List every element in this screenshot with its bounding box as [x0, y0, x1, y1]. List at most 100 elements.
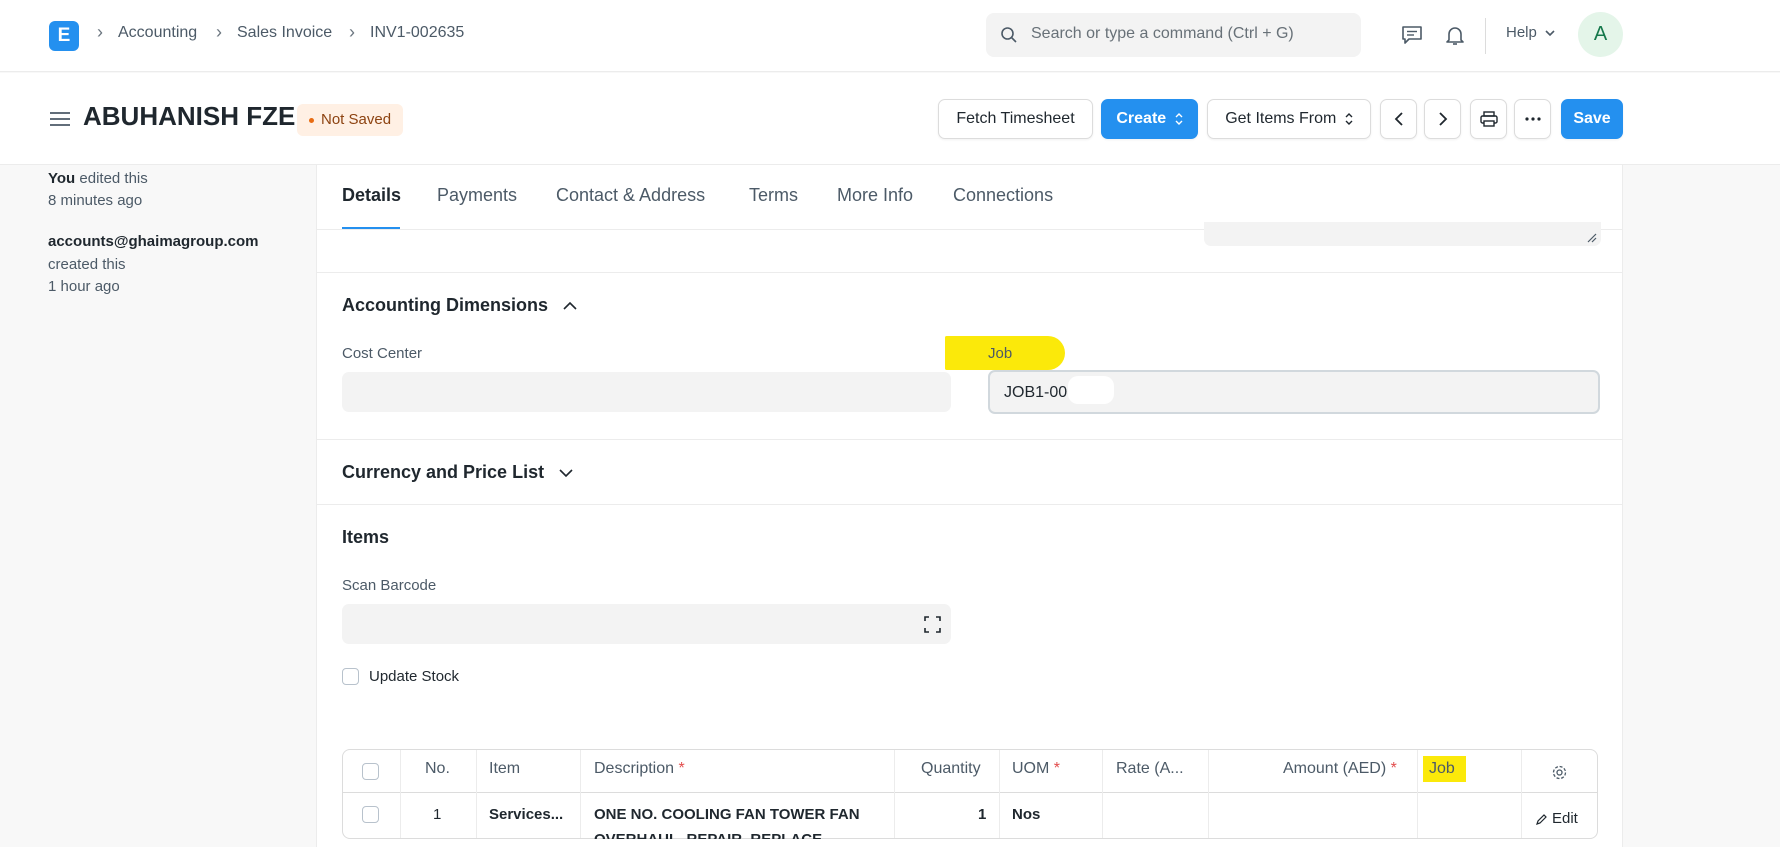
- column-header-job: Job: [1429, 760, 1455, 777]
- column-header-amount: Amount (AED) *: [1283, 760, 1397, 777]
- column-header-quantity: Quantity: [921, 760, 981, 777]
- status-badge: Not Saved: [297, 104, 404, 136]
- breadcrumb-sales-invoice[interactable]: Sales Invoice: [237, 24, 332, 42]
- chevron-right-icon: [1438, 112, 1447, 126]
- bell-icon[interactable]: [1443, 23, 1467, 47]
- update-stock-checkbox[interactable]: [342, 668, 359, 685]
- search-icon: [1001, 27, 1017, 43]
- print-button[interactable]: [1470, 99, 1507, 139]
- activity-time: 8 minutes ago: [48, 192, 143, 209]
- column-header-uom: UOM *: [1012, 760, 1061, 777]
- tab-contact-address[interactable]: Contact & Address: [556, 185, 705, 206]
- items-heading: Items: [342, 527, 390, 547]
- chat-icon[interactable]: [1400, 23, 1424, 47]
- help-dropdown[interactable]: Help: [1506, 24, 1556, 41]
- breadcrumb-separator: ›: [349, 22, 355, 42]
- create-label: Create: [1116, 110, 1167, 127]
- activity-action: created this: [48, 256, 126, 273]
- more-icon: [1524, 117, 1541, 121]
- table-header-divider: [343, 792, 1597, 793]
- get-items-from-button[interactable]: Get Items From: [1207, 99, 1371, 139]
- scan-icon[interactable]: [924, 616, 941, 633]
- column-header-rate: Rate (A...: [1116, 760, 1184, 777]
- chevron-down-icon: [1545, 30, 1555, 37]
- row-no: 1: [433, 806, 442, 823]
- column-divider: [999, 750, 1000, 838]
- next-doc-button[interactable]: [1424, 99, 1461, 139]
- activity-user[interactable]: accounts@ghaimagroup.com: [48, 233, 259, 250]
- column-divider: [476, 750, 477, 838]
- page-title: ABUHANISH FZE: [83, 101, 296, 131]
- resize-handle-icon[interactable]: [1587, 233, 1597, 243]
- fetch-timesheet-button[interactable]: Fetch Timesheet: [938, 99, 1093, 139]
- row-description-line2: OVERHAUL, REPAIR, REPLACE: [594, 831, 822, 839]
- job-field-value: JOB1-00: [1004, 384, 1068, 401]
- sort-icon: [1345, 112, 1353, 125]
- search-placeholder: Search or type a command (Ctrl + G): [1031, 25, 1294, 42]
- row-edit-label: Edit: [1552, 810, 1578, 827]
- gear-icon[interactable]: [1551, 764, 1568, 781]
- tab-more-info[interactable]: More Info: [837, 185, 913, 206]
- row-item[interactable]: Services...: [489, 806, 563, 823]
- row-quantity[interactable]: 1: [978, 806, 986, 823]
- pencil-icon: [1536, 814, 1547, 825]
- status-dot: [309, 117, 314, 123]
- cost-center-field[interactable]: [342, 372, 951, 412]
- column-divider: [1102, 750, 1103, 838]
- app-logo[interactable]: E: [49, 21, 79, 51]
- breadcrumb-separator: ›: [97, 22, 103, 42]
- scan-barcode-field[interactable]: [342, 604, 951, 644]
- tab-payments[interactable]: Payments: [437, 185, 517, 206]
- printer-icon: [1479, 111, 1498, 127]
- cost-center-label: Cost Center: [342, 345, 423, 362]
- chevron-up-icon: [563, 302, 577, 310]
- column-divider: [400, 750, 401, 838]
- breadcrumb-invoice[interactable]: INV1-002635: [370, 24, 464, 42]
- scan-barcode-label: Scan Barcode: [342, 577, 437, 594]
- row-edit-button[interactable]: Edit: [1536, 810, 1578, 827]
- status-text: Not Saved: [321, 111, 392, 128]
- chevron-down-icon: [559, 469, 573, 478]
- currency-price-list-heading[interactable]: Currency and Price List: [342, 462, 573, 483]
- row-checkbox[interactable]: [362, 806, 379, 823]
- row-uom[interactable]: Nos: [1012, 806, 1040, 823]
- breadcrumb-separator: ›: [216, 22, 222, 42]
- chevron-left-icon: [1394, 112, 1403, 126]
- activity-user: You: [48, 170, 76, 187]
- column-divider: [894, 750, 895, 838]
- avatar[interactable]: A: [1578, 12, 1623, 57]
- breadcrumb-accounting[interactable]: Accounting: [118, 24, 197, 42]
- section-divider: [316, 504, 1623, 505]
- column-header-no: No.: [425, 760, 450, 777]
- section-divider: [316, 272, 1623, 273]
- column-header-item: Item: [489, 760, 521, 777]
- row-description[interactable]: ONE NO. COOLING FAN TOWER FAN: [594, 806, 860, 823]
- save-button[interactable]: Save: [1561, 99, 1623, 139]
- section-divider: [316, 439, 1623, 440]
- tab-details[interactable]: Details: [342, 185, 401, 206]
- more-actions-button[interactable]: [1514, 99, 1551, 139]
- form-card: [316, 165, 1623, 847]
- redaction-mark: [1068, 376, 1114, 404]
- sidebar-toggle-icon[interactable]: [50, 112, 70, 126]
- job-label: Job: [988, 345, 1013, 362]
- sort-icon: [1175, 112, 1183, 125]
- accounting-dimensions-heading[interactable]: Accounting Dimensions: [342, 295, 577, 316]
- tab-connections[interactable]: Connections: [953, 185, 1053, 206]
- activity-time: 1 hour ago: [48, 278, 120, 295]
- column-divider: [580, 750, 581, 838]
- column-divider: [1417, 750, 1418, 838]
- column-divider: [1208, 750, 1209, 838]
- tab-terms[interactable]: Terms: [749, 185, 798, 206]
- activity-action: edited this: [79, 170, 148, 187]
- navbar-divider: [1485, 18, 1486, 54]
- previous-doc-button[interactable]: [1380, 99, 1417, 139]
- get-items-from-label: Get Items From: [1225, 110, 1337, 127]
- search-input[interactable]: Search or type a command (Ctrl + G): [986, 13, 1361, 57]
- active-tab-indicator: [342, 227, 400, 229]
- select-all-checkbox[interactable]: [362, 763, 379, 780]
- column-header-description: Description *: [594, 760, 685, 777]
- create-button[interactable]: Create: [1101, 99, 1198, 139]
- textarea-field[interactable]: [1204, 222, 1601, 246]
- column-divider: [1521, 750, 1522, 838]
